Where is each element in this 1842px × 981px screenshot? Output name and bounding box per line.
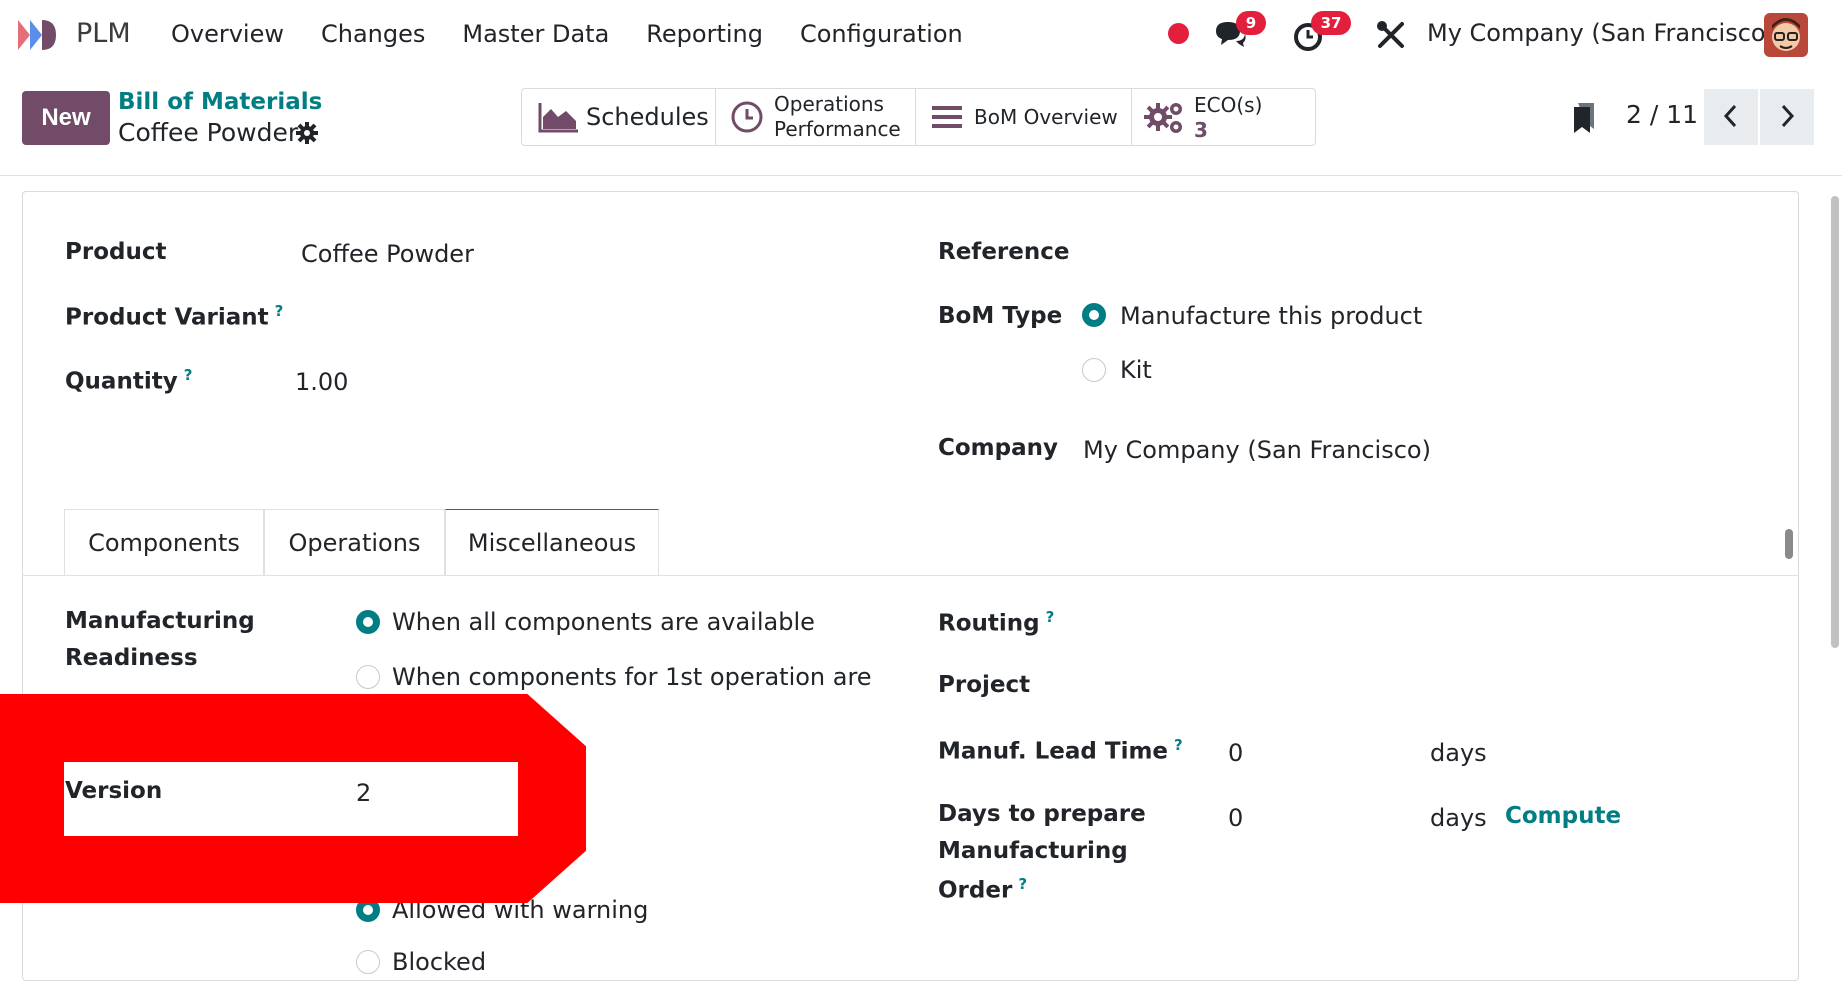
app-name[interactable]: PLM [76,18,131,49]
readiness-first-operation-radio[interactable] [356,665,380,689]
readiness-all-available-radio[interactable] [356,610,380,634]
menu-overview[interactable]: Overview [171,20,284,48]
product-label: Product [65,239,167,265]
readiness-all-available-label[interactable]: When all components are available [392,608,815,636]
days-to-prepare-field[interactable]: 0 [1228,804,1243,832]
clock-icon [731,101,763,133]
company-switcher[interactable]: My Company (San Francisco) [1427,19,1775,47]
messages-badge: 9 [1236,11,1266,35]
days-to-prepare-label-3-text: Order [938,877,1013,904]
ops-perf-label-2: Performance [774,117,901,141]
eco-count: 3 [1194,117,1208,142]
bom-type-manufacture-label[interactable]: Manufacture this product [1120,302,1422,330]
gears-icon [1144,103,1182,133]
days-to-prepare-label-1: Days to prepare [938,801,1146,827]
form-tabs: Components Operations Miscellaneous [64,509,659,577]
version-field[interactable]: 2 [356,779,371,807]
menu-configuration[interactable]: Configuration [800,20,963,48]
menu-master-data[interactable]: Master Data [462,20,609,48]
eco-label: ECO(s) [1194,92,1263,117]
help-tooltip-icon[interactable]: ? [184,366,193,384]
record-actions-gear-icon[interactable] [295,121,319,145]
menu-changes[interactable]: Changes [321,20,425,48]
manufacturing-readiness-label-1: Manufacturing [65,608,255,634]
help-tooltip-icon[interactable]: ? [1174,736,1183,754]
main-menu: Overview Changes Master Data Reporting C… [171,20,1000,48]
menu-reporting[interactable]: Reporting [646,20,763,48]
help-tooltip-icon[interactable]: ? [1046,608,1055,626]
quantity-label: Quantity? [65,366,192,395]
bom-type-label: BoM Type [938,303,1063,329]
routing-label: Routing? [938,608,1054,637]
inner-scrollbar-thumb[interactable] [1785,529,1793,559]
bom-type-kit-label[interactable]: Kit [1120,356,1152,384]
list-icon [932,106,962,128]
user-avatar-image-icon [1764,13,1808,57]
compute-button[interactable]: Compute [1505,803,1621,829]
breadcrumb-bill-of-materials[interactable]: Bill of Materials [118,89,322,115]
tab-components[interactable]: Components [64,509,264,576]
tab-miscellaneous[interactable]: Miscellaneous [445,509,659,576]
new-button[interactable]: New [22,91,110,145]
odoo-logo-icon[interactable] [16,18,64,52]
breadcrumb-current-record: Coffee Powder [118,118,299,147]
days-to-prepare-label-2: Manufacturing [938,838,1128,864]
readiness-first-operation-label[interactable]: When components for 1st operation are [392,663,872,691]
manufacturing-readiness-label-2: Readiness [65,645,198,671]
schedules-label: Schedules [586,103,709,131]
company-label: Company [938,435,1058,461]
manuf-lead-time-label-text: Manuf. Lead Time [938,738,1169,765]
reference-label: Reference [938,239,1070,265]
bom-overview-button[interactable]: BoM Overview [916,89,1132,145]
routing-label-text: Routing [938,610,1040,637]
pager-next-button[interactable] [1760,89,1814,145]
bookmark-icon[interactable] [1572,101,1596,135]
tab-operations[interactable]: Operations [264,509,445,576]
user-avatar[interactable] [1764,13,1808,57]
company-field[interactable]: My Company (San Francisco) [1083,436,1431,464]
manuf-lead-time-label: Manuf. Lead Time? [938,736,1183,765]
quantity-field[interactable]: 1.00 [295,368,348,396]
consumption-blocked-radio[interactable] [356,950,380,974]
eco-button[interactable]: ECO(s) 3 [1132,89,1315,145]
help-tooltip-icon[interactable]: ? [275,302,284,320]
manuf-lead-time-field[interactable]: 0 [1228,739,1243,767]
product-variant-label: Product Variant? [65,302,283,331]
page-scrollbar-thumb[interactable] [1831,196,1839,648]
pager-value[interactable]: 2 / 11 [1626,100,1698,129]
bom-overview-label: BoM Overview [974,104,1118,129]
area-chart-icon [538,103,578,133]
chevron-right-icon [1781,104,1795,127]
control-panel: New Bill of Materials Coffee Powder Sche… [0,68,1842,176]
days-to-prepare-unit: days [1430,804,1487,832]
ops-perf-label-1: Operations [774,92,884,116]
debug-tools-icon[interactable] [1375,19,1407,51]
bom-type-kit-radio[interactable] [1082,358,1106,382]
quantity-label-text: Quantity [65,368,178,395]
tab-divider [22,575,1799,576]
product-field[interactable]: Coffee Powder [301,240,474,268]
recording-indicator-icon[interactable] [1168,23,1189,44]
project-label: Project [938,672,1031,698]
days-to-prepare-label-3: Order? [938,875,1027,904]
operations-performance-button[interactable]: Operations Performance [716,89,916,145]
help-tooltip-icon[interactable]: ? [1018,875,1027,893]
consumption-blocked-label[interactable]: Blocked [392,948,486,976]
product-variant-label-text: Product Variant [65,304,269,331]
chevron-left-icon [1723,104,1737,127]
top-navbar: PLM Overview Changes Master Data Reporti… [0,0,1842,68]
bom-type-manufacture-radio[interactable] [1082,303,1106,327]
schedules-button[interactable]: Schedules [522,89,716,145]
version-label: Version [65,778,163,804]
smart-buttons: Schedules Operations Performance BoM Ove… [521,88,1316,146]
manuf-lead-time-unit: days [1430,739,1487,767]
activities-badge: 37 [1311,11,1351,35]
pager-previous-button[interactable] [1704,89,1758,145]
